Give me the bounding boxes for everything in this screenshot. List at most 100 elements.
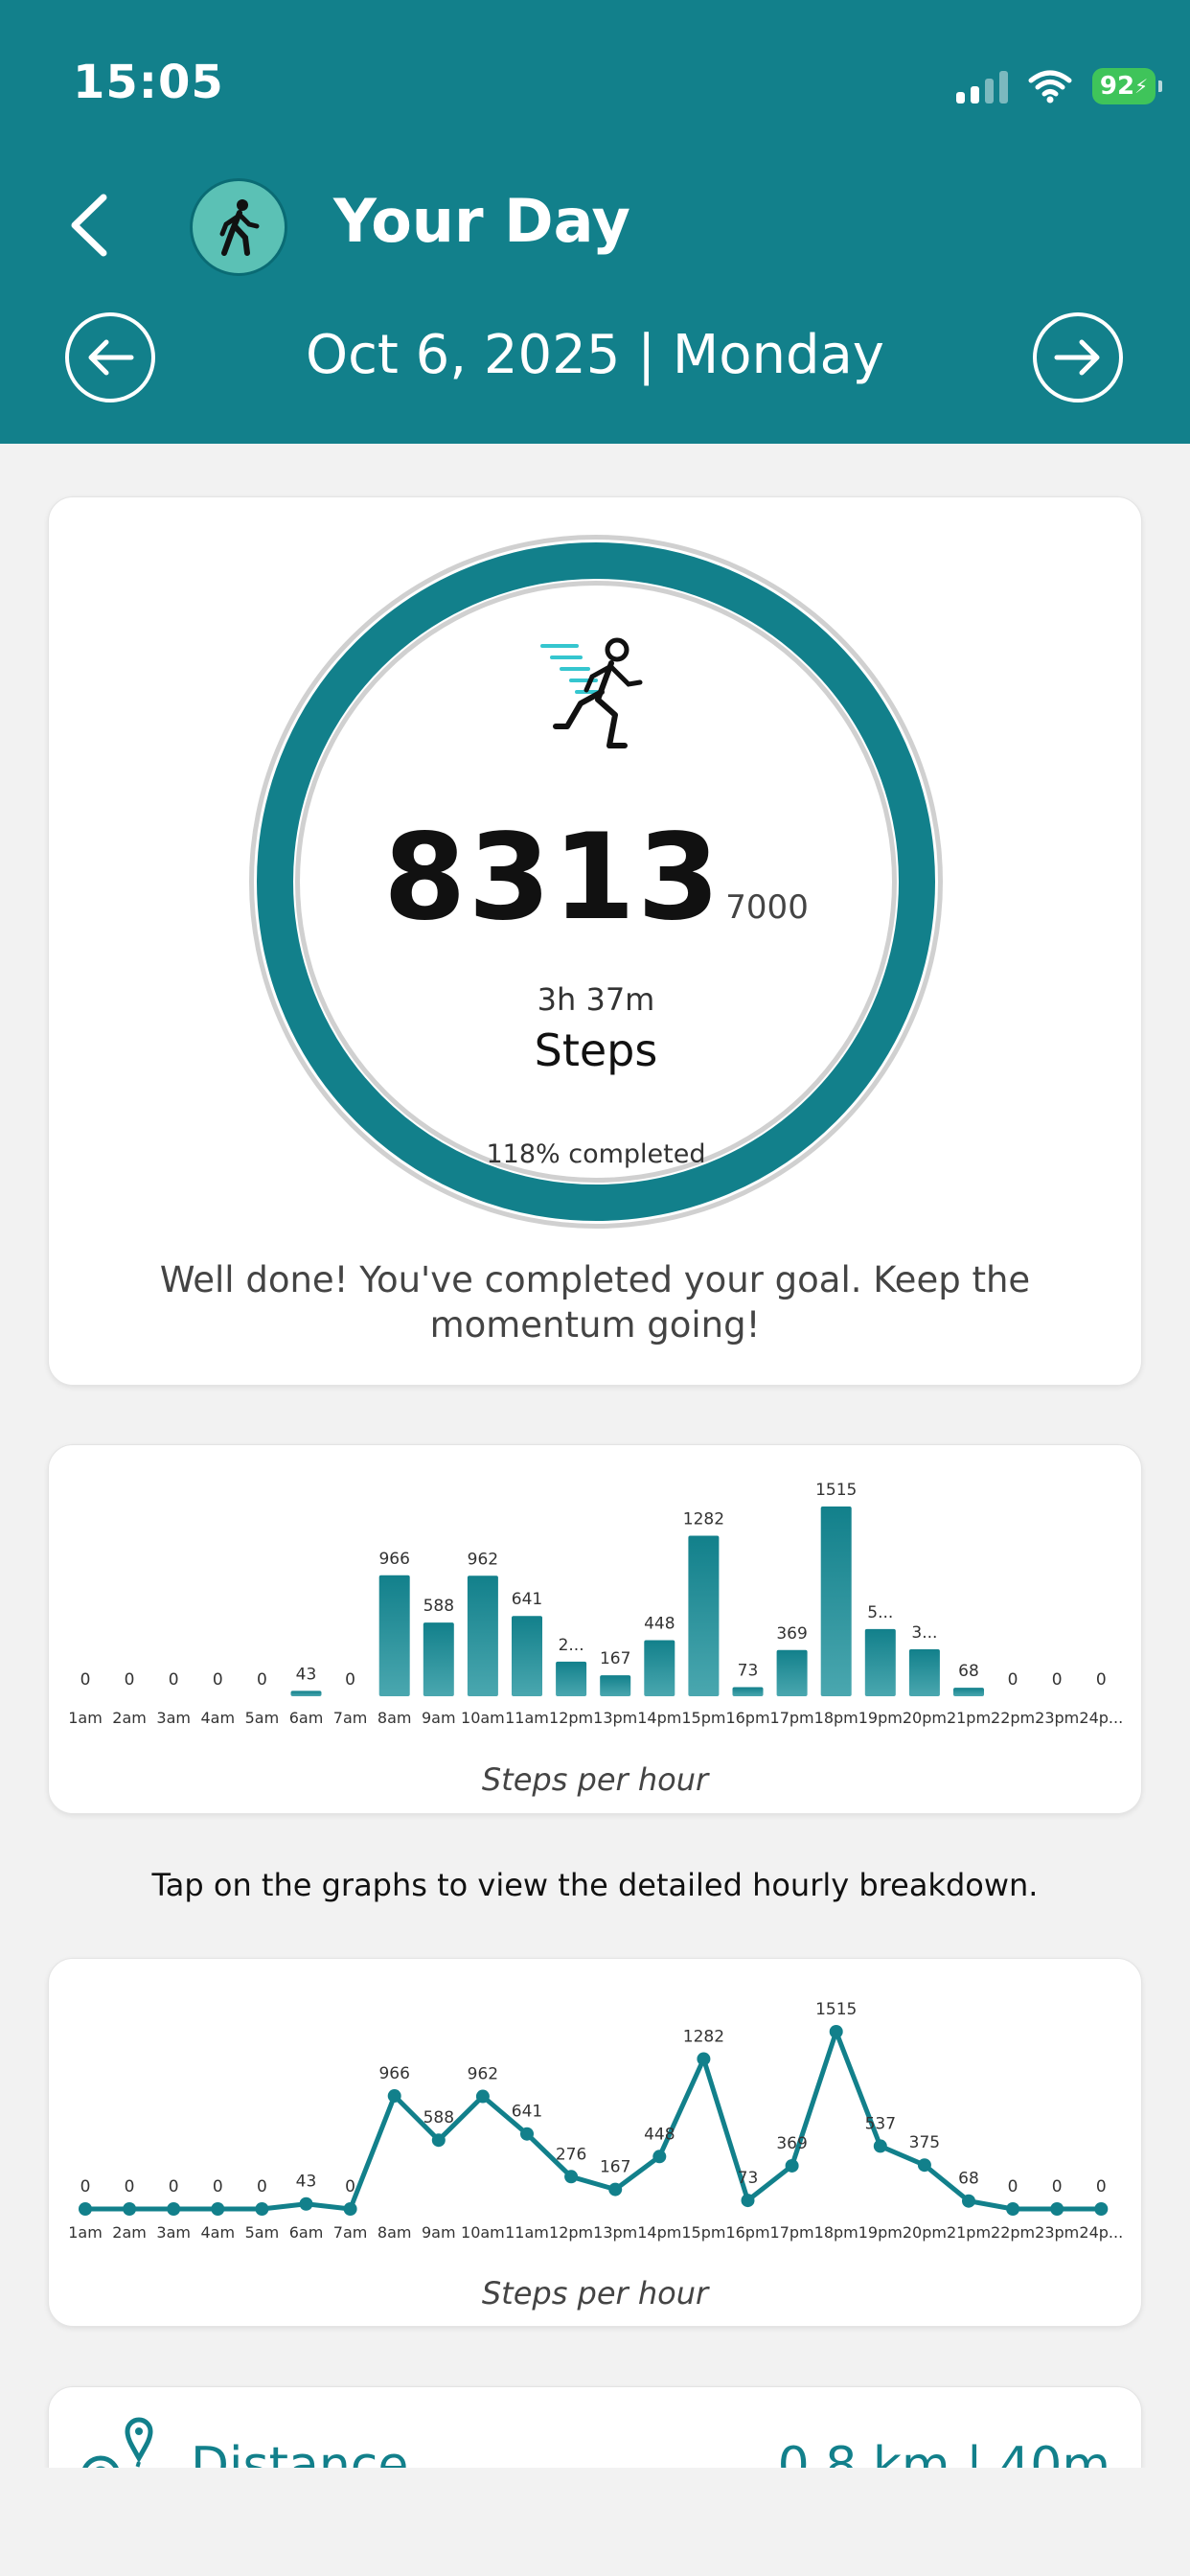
x-tick-label: 24p... — [1079, 1709, 1123, 1727]
line-point[interactable] — [475, 2089, 490, 2104]
x-tick-label: 9am — [422, 1709, 456, 1727]
bar[interactable] — [600, 1675, 631, 1696]
bar-data-label: 43 — [296, 1665, 317, 1684]
bar-data-label: 73 — [738, 1661, 759, 1680]
bar-chart-card[interactable]: 0 1am 0 2am 0 3am 0 4am 0 5am 43 6am 0 7am 966 8am 588 9a… — [48, 1444, 1142, 1814]
bar[interactable] — [776, 1649, 808, 1696]
x-tick-label: 14pm — [637, 1709, 681, 1727]
line-point[interactable] — [123, 2202, 137, 2216]
status-time: 15:05 — [73, 56, 224, 109]
line-point[interactable] — [917, 2158, 931, 2173]
x-tick-label: 10am — [461, 2223, 505, 2242]
bar[interactable] — [512, 1616, 542, 1696]
point-data-label: 0 — [213, 2177, 223, 2196]
bar[interactable] — [556, 1661, 587, 1696]
bar-data-label: 369 — [776, 1624, 807, 1644]
line-point[interactable] — [741, 2194, 755, 2208]
bar[interactable] — [644, 1640, 675, 1696]
steps-count-row: 8313 7000 — [245, 809, 947, 947]
line-point[interactable] — [697, 2052, 711, 2066]
point-data-label: 448 — [644, 2125, 675, 2144]
line-point[interactable] — [564, 2170, 579, 2184]
point-data-label: 962 — [468, 2065, 498, 2084]
line-point[interactable] — [608, 2182, 623, 2196]
line-point[interactable] — [829, 2025, 843, 2038]
point-data-label: 588 — [423, 2108, 454, 2128]
line-point[interactable] — [431, 2133, 446, 2148]
bar-data-label: 2... — [559, 1636, 584, 1655]
point-data-label: 369 — [776, 2134, 807, 2153]
bar[interactable] — [864, 1628, 896, 1696]
bar[interactable] — [953, 1688, 984, 1696]
active-duration: 3h 37m — [537, 981, 655, 1018]
bar-data-label: 448 — [644, 1614, 675, 1633]
steps-line-chart[interactable]: 0 1am 0 2am 0 3am 0 4am 0 5am 43 6am 0 7am 966 8am 588 9a… — [49, 1959, 1143, 2266]
bar[interactable] — [732, 1687, 764, 1696]
x-tick-label: 10am — [461, 1709, 505, 1727]
bar[interactable] — [290, 1690, 322, 1696]
line-point[interactable] — [1006, 2202, 1020, 2216]
line-point[interactable] — [211, 2202, 225, 2216]
line-point[interactable] — [652, 2150, 667, 2164]
point-data-label: 0 — [1008, 2177, 1018, 2196]
x-tick-label: 18pm — [814, 2223, 858, 2242]
bar-data-label: 962 — [468, 1550, 498, 1569]
line-point[interactable] — [1094, 2202, 1109, 2216]
bar[interactable] — [820, 1506, 852, 1696]
bar-data-label: 0 — [345, 1670, 355, 1690]
bar[interactable] — [423, 1622, 454, 1696]
line-point[interactable] — [167, 2202, 181, 2216]
point-data-label: 0 — [169, 2177, 179, 2196]
x-tick-label: 5am — [245, 2223, 280, 2242]
line-point[interactable] — [873, 2139, 887, 2153]
x-tick-label: 23pm — [1035, 1709, 1079, 1727]
line-point[interactable] — [255, 2202, 269, 2216]
line-point[interactable] — [1050, 2202, 1064, 2216]
bar-data-label: 0 — [80, 1670, 91, 1690]
line-point[interactable] — [387, 2089, 401, 2104]
point-data-label: 0 — [1052, 2177, 1063, 2196]
next-day-button[interactable] — [1033, 312, 1123, 402]
point-data-label: 0 — [125, 2177, 135, 2196]
bar[interactable] — [467, 1576, 498, 1696]
x-tick-label: 9am — [422, 2223, 456, 2242]
bar-data-label: 5... — [867, 1603, 893, 1622]
bar[interactable] — [908, 1648, 940, 1696]
line-chart-card[interactable]: 0 1am 0 2am 0 3am 0 4am 0 5am 43 6am 0 7am 966 8am 588 9a… — [48, 1958, 1142, 2327]
line-point[interactable] — [343, 2202, 357, 2216]
x-tick-label: 22pm — [991, 2223, 1035, 2242]
bar-data-label: 0 — [257, 1670, 267, 1690]
line-point[interactable] — [79, 2202, 92, 2216]
line-point[interactable] — [520, 2127, 534, 2141]
point-data-label: 537 — [865, 2114, 896, 2133]
x-tick-label: 12pm — [549, 1709, 593, 1727]
x-tick-label: 6am — [289, 2223, 324, 2242]
point-data-label: 0 — [80, 2177, 91, 2196]
x-tick-label: 7am — [333, 1709, 368, 1727]
header: 15:05 92 ⚡ Your Day Oct 6, 2025 | Monday — [0, 0, 1190, 444]
point-data-label: 1515 — [815, 2000, 857, 2019]
status-icons: 92 ⚡ — [956, 65, 1162, 107]
bar[interactable] — [688, 1535, 720, 1696]
back-chevron-icon[interactable] — [61, 192, 119, 259]
point-data-label: 167 — [600, 2158, 630, 2177]
bar-chart-caption: Steps per hour — [481, 1761, 709, 1798]
line-point[interactable] — [299, 2196, 313, 2211]
line-point[interactable] — [785, 2158, 799, 2173]
point-data-label: 73 — [738, 2169, 759, 2188]
bar-data-label: 167 — [600, 1649, 630, 1668]
line-point[interactable] — [962, 2194, 975, 2208]
point-data-label: 1282 — [683, 2027, 724, 2046]
goal-message: Well done! You've completed your goal. K… — [159, 1259, 1031, 1346]
x-tick-label: 1am — [68, 1709, 103, 1727]
x-tick-label: 7am — [333, 2223, 368, 2242]
x-tick-label: 14pm — [637, 2223, 681, 2242]
bar[interactable] — [378, 1575, 410, 1696]
x-tick-label: 11am — [505, 1709, 549, 1727]
x-tick-label: 21pm — [947, 1709, 991, 1727]
steps-bar-chart[interactable]: 0 1am 0 2am 0 3am 0 4am 0 5am 43 6am 0 7am 966 8am 588 9a… — [49, 1445, 1143, 1752]
tap-hint: Tap on the graphs to view the detailed h… — [151, 1867, 1039, 1903]
percent-completed: 118% completed — [486, 1139, 706, 1169]
x-tick-label: 16pm — [725, 2223, 769, 2242]
point-data-label: 0 — [257, 2177, 267, 2196]
